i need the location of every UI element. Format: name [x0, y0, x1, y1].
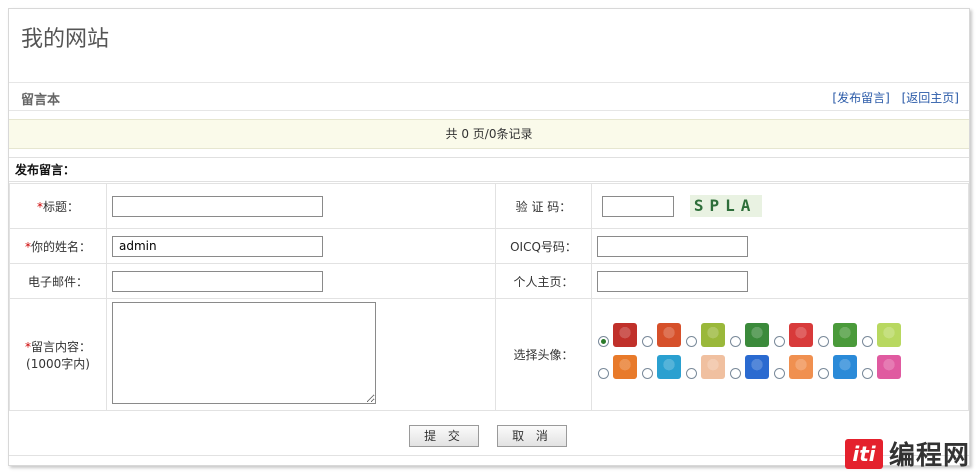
captcha-label: 验 证 码：: [495, 183, 592, 229]
avatar-image[interactable]: [877, 322, 901, 347]
avatar-option[interactable]: [598, 354, 637, 379]
avatar-image[interactable]: [613, 354, 637, 379]
avatar-radio[interactable]: [862, 367, 873, 379]
title-label: *标题：: [9, 183, 107, 229]
pager-info: 共 0 页/0条记录: [9, 119, 969, 149]
avatar-option[interactable]: [818, 354, 857, 379]
guestbook-title: 留言本: [21, 93, 61, 108]
avatar-image[interactable]: [657, 322, 681, 347]
form-heading: 发布留言：: [9, 157, 969, 182]
avatar-row: [598, 322, 968, 347]
avatar-option[interactable]: [642, 354, 681, 379]
avatar-radio[interactable]: [642, 335, 653, 347]
watermark: iti 编程网: [844, 435, 970, 472]
avatar-image[interactable]: [789, 322, 813, 347]
avatar-option[interactable]: [862, 322, 901, 347]
captcha-image: SPLA: [689, 195, 762, 217]
page-frame: 我的网站 留言本 [发布留言] [返回主页] 共 0 页/0条记录 发布留言： …: [8, 8, 970, 466]
avatar-radio[interactable]: [862, 335, 873, 347]
avatar-radio[interactable]: [730, 335, 741, 347]
avatar-image[interactable]: [877, 354, 901, 379]
cancel-button[interactable]: 取 消: [497, 425, 567, 447]
avatar-image[interactable]: [745, 322, 769, 347]
submit-button[interactable]: 提 交: [409, 425, 479, 447]
avatar-image[interactable]: [833, 322, 857, 347]
avatar-image[interactable]: [745, 354, 769, 379]
avatar-image[interactable]: [701, 354, 725, 379]
avatar-radio[interactable]: [774, 367, 785, 379]
avatar-option[interactable]: [686, 354, 725, 379]
avatar-option[interactable]: [642, 322, 681, 347]
oicq-input[interactable]: [597, 235, 748, 257]
avatar-radio[interactable]: [818, 335, 829, 347]
avatar-image[interactable]: [789, 354, 813, 379]
avatar-image[interactable]: [701, 322, 725, 347]
avatar-option[interactable]: [774, 354, 813, 379]
avatar-image[interactable]: [613, 322, 637, 347]
avatar-radio[interactable]: [818, 367, 829, 379]
content-label: *留言内容： (1000字内): [9, 298, 107, 411]
email-input[interactable]: [112, 270, 323, 292]
avatar-label: 选择头像：: [495, 298, 592, 411]
watermark-logo: iti: [844, 438, 883, 469]
avatar-row: [598, 354, 968, 379]
avatar-radio[interactable]: [642, 367, 653, 379]
avatar-image[interactable]: [833, 354, 857, 379]
avatar-radio[interactable]: [686, 367, 697, 379]
homepage-label: 个人主页：: [495, 263, 592, 299]
name-input[interactable]: [112, 235, 323, 257]
avatar-option[interactable]: [730, 322, 769, 347]
guestbook-bar: 留言本 [发布留言] [返回主页]: [9, 82, 969, 111]
subbar-links: [发布留言] [返回主页]: [824, 89, 959, 106]
site-title: 我的网站: [21, 27, 110, 52]
avatar-option[interactable]: [598, 322, 637, 347]
avatar-option[interactable]: [774, 322, 813, 347]
avatar-radio[interactable]: [686, 335, 697, 347]
avatar-option[interactable]: [862, 354, 901, 379]
avatar-option[interactable]: [818, 322, 857, 347]
oicq-label: OICQ号码：: [495, 228, 592, 264]
post-message-link[interactable]: [发布留言]: [832, 91, 889, 105]
avatar-radio[interactable]: [598, 367, 609, 379]
title-input[interactable]: [112, 195, 323, 217]
name-label: *你的姓名：: [9, 228, 107, 264]
email-label: 电子邮件：: [9, 263, 107, 299]
avatar-option[interactable]: [730, 354, 769, 379]
divider: [9, 455, 969, 456]
content-textarea[interactable]: [112, 302, 376, 404]
avatar-grid: [598, 322, 968, 379]
avatar-radio[interactable]: [774, 335, 785, 347]
avatar-image[interactable]: [657, 354, 681, 379]
back-home-link[interactable]: [返回主页]: [902, 91, 959, 105]
homepage-input[interactable]: [597, 270, 748, 292]
message-form: *标题： 验 证 码： SPLA *你的姓名： OICQ号码： 电: [9, 183, 969, 411]
content-limit: (1000字内): [26, 356, 90, 371]
avatar-option[interactable]: [686, 322, 725, 347]
avatar-radio[interactable]: [730, 367, 741, 379]
captcha-input[interactable]: [602, 195, 674, 217]
watermark-text: 编程网: [888, 441, 970, 471]
avatar-radio[interactable]: [598, 335, 609, 347]
